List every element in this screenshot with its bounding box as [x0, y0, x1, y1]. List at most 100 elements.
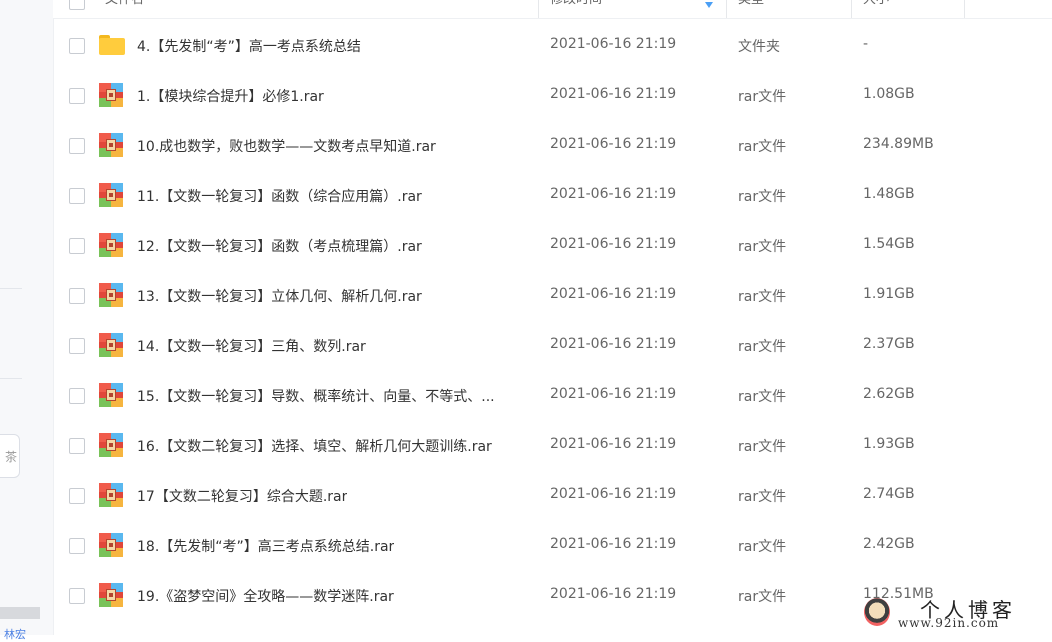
file-name[interactable]: 13.【文数一轮复习】立体几何、解析几何.rar — [137, 286, 422, 306]
watermark: 个人博客 www.92in.com — [858, 594, 1052, 635]
file-size: 234.89MB — [863, 136, 934, 152]
file-size: 1.93GB — [863, 436, 915, 452]
file-type: rar文件 — [738, 439, 787, 455]
folder-icon — [99, 33, 125, 57]
file-name[interactable]: 1.【模块综合提升】必修1.rar — [137, 86, 324, 106]
file-name[interactable]: 15.【文数一轮复习】导数、概率统计、向量、不等式、... — [137, 386, 495, 406]
sidebar-divider — [0, 288, 22, 289]
file-type: rar文件 — [738, 289, 787, 305]
rar-icon — [99, 583, 123, 607]
table-row[interactable]: 4.【先发制“考”】高一考点系统总结 2021-06-16 21:19 文件夹 - — [53, 20, 1052, 70]
row-checkbox[interactable] — [69, 288, 85, 304]
modified-date: 2021-06-16 21:19 — [550, 136, 677, 152]
column-size-header[interactable]: 大小 — [863, 0, 889, 18]
column-type-header[interactable]: 类型 — [738, 0, 764, 18]
sidebar-pill-button[interactable]: 茶 — [0, 434, 20, 478]
row-checkbox[interactable] — [69, 38, 85, 54]
file-size: 2.42GB — [863, 536, 915, 552]
row-checkbox[interactable] — [69, 138, 85, 154]
row-checkbox[interactable] — [69, 538, 85, 554]
file-name[interactable]: 4.【先发制“考”】高一考点系统总结 — [137, 36, 361, 56]
file-type: rar文件 — [738, 339, 787, 355]
row-checkbox[interactable] — [69, 438, 85, 454]
modified-date: 2021-06-16 21:19 — [550, 486, 677, 502]
table-row[interactable]: 11.【文数一轮复习】函数（综合应用篇）.rar 2021-06-16 21:19… — [53, 170, 1052, 220]
file-name[interactable]: 14.【文数一轮复习】三角、数列.rar — [137, 336, 366, 356]
file-name[interactable]: 11.【文数一轮复习】函数（综合应用篇）.rar — [137, 186, 422, 206]
rar-icon — [99, 283, 123, 307]
row-checkbox[interactable] — [69, 88, 85, 104]
rar-icon — [99, 483, 123, 507]
file-name[interactable]: 19.《盗梦空间》全攻略——数学迷阵.rar — [137, 586, 394, 606]
table-row[interactable]: 18.【先发制“考”】高三考点系统总结.rar 2021-06-16 21:19 r… — [53, 520, 1052, 570]
file-name[interactable]: 10.成也数学，败也数学——文数考点早知道.rar — [137, 136, 436, 156]
table-row[interactable]: 15.【文数一轮复习】导数、概率统计、向量、不等式、... 2021-06-16 … — [53, 370, 1052, 420]
column-divider[interactable] — [538, 0, 539, 18]
row-checkbox[interactable] — [69, 388, 85, 404]
column-name-header[interactable]: 文件名 — [105, 0, 144, 18]
rar-icon — [99, 133, 123, 157]
file-size: - — [863, 36, 869, 52]
modified-date: 2021-06-16 21:19 — [550, 586, 677, 602]
sidebar-bottom-link[interactable]: 林宏 — [4, 626, 26, 642]
rar-icon — [99, 533, 123, 557]
file-type: rar文件 — [738, 239, 787, 255]
file-type: rar文件 — [738, 589, 787, 605]
file-list: 4.【先发制“考”】高一考点系统总结 2021-06-16 21:19 文件夹 - 1.… — [53, 20, 1052, 620]
table-row[interactable]: 17【文数二轮复习】综合大题.rar 2021-06-16 21:19 rar文件 2… — [53, 470, 1052, 520]
file-name[interactable]: 18.【先发制“考”】高三考点系统总结.rar — [137, 536, 394, 556]
file-size: 1.08GB — [863, 86, 915, 102]
file-size: 2.62GB — [863, 386, 915, 402]
file-size: 2.37GB — [863, 336, 915, 352]
rar-icon — [99, 433, 123, 457]
row-checkbox[interactable] — [69, 338, 85, 354]
rar-icon — [99, 183, 123, 207]
file-name[interactable]: 17【文数二轮复习】综合大题.rar — [137, 486, 347, 506]
table-row[interactable]: 10.成也数学，败也数学——文数考点早知道.rar 2021-06-16 21:1… — [53, 120, 1052, 170]
file-name[interactable]: 16.【文数二轮复习】选择、填空、解析几何大题训练.rar — [137, 436, 492, 456]
sort-desc-icon[interactable] — [705, 2, 713, 8]
file-type: rar文件 — [738, 389, 787, 405]
rar-icon — [99, 383, 123, 407]
table-row[interactable]: 16.【文数二轮复习】选择、填空、解析几何大题训练.rar 2021-06-16 … — [53, 420, 1052, 470]
file-name[interactable]: 12.【文数一轮复习】函数（考点梳理篇）.rar — [137, 236, 422, 256]
modified-date: 2021-06-16 21:19 — [550, 86, 677, 102]
modified-date: 2021-06-16 21:19 — [550, 36, 677, 52]
column-divider[interactable] — [964, 0, 965, 18]
select-all-checkbox[interactable] — [69, 0, 85, 10]
modified-date: 2021-06-16 21:19 — [550, 186, 677, 202]
modified-date: 2021-06-16 21:19 — [550, 386, 677, 402]
column-divider[interactable] — [851, 0, 852, 18]
sidebar-divider — [0, 378, 22, 379]
rar-icon — [99, 83, 123, 107]
rar-icon — [99, 333, 123, 357]
file-size: 1.54GB — [863, 236, 915, 252]
file-type: 文件夹 — [738, 39, 780, 55]
file-size: 1.91GB — [863, 286, 915, 302]
modified-date: 2021-06-16 21:19 — [550, 286, 677, 302]
row-checkbox[interactable] — [69, 188, 85, 204]
watermark-url: www.92in.com — [898, 616, 1000, 630]
table-row[interactable]: 14.【文数一轮复习】三角、数列.rar 2021-06-16 21:19 rar文… — [53, 320, 1052, 370]
sidebar: 茶 林宏 — [0, 0, 54, 641]
file-type: rar文件 — [738, 539, 787, 555]
sidebar-scrollbar[interactable] — [0, 607, 40, 619]
row-checkbox[interactable] — [69, 588, 85, 604]
file-size: 2.74GB — [863, 486, 915, 502]
file-size: 1.48GB — [863, 186, 915, 202]
file-type: rar文件 — [738, 189, 787, 205]
modified-date: 2021-06-16 21:19 — [550, 336, 677, 352]
table-row[interactable]: 12.【文数一轮复习】函数（考点梳理篇）.rar 2021-06-16 21:19… — [53, 220, 1052, 270]
row-checkbox[interactable] — [69, 238, 85, 254]
row-checkbox[interactable] — [69, 488, 85, 504]
modified-date: 2021-06-16 21:19 — [550, 436, 677, 452]
table-row[interactable]: 13.【文数一轮复习】立体几何、解析几何.rar 2021-06-16 21:19… — [53, 270, 1052, 320]
avatar-icon — [864, 598, 890, 626]
modified-date: 2021-06-16 21:19 — [550, 236, 677, 252]
file-type: rar文件 — [738, 139, 787, 155]
column-divider[interactable] — [726, 0, 727, 18]
column-modified-header[interactable]: 修改时间 — [550, 0, 602, 18]
file-type: rar文件 — [738, 489, 787, 505]
rar-icon — [99, 233, 123, 257]
table-row[interactable]: 1.【模块综合提升】必修1.rar 2021-06-16 21:19 rar文件 1.… — [53, 70, 1052, 120]
